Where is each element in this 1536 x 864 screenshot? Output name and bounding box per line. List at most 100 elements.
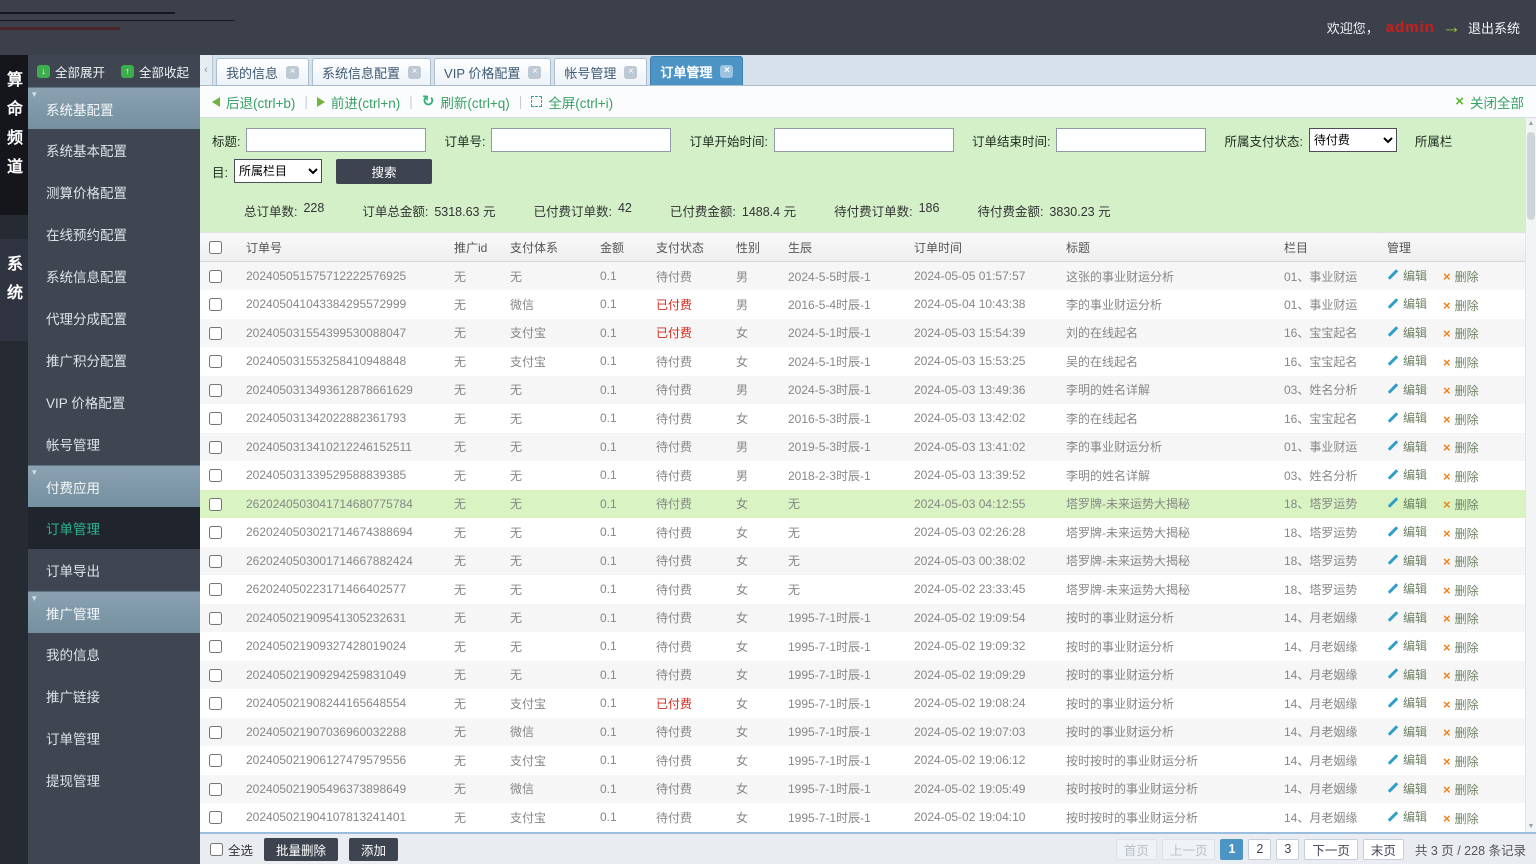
order-no-input[interactable] [491, 128, 671, 152]
delete-button[interactable]: ×删除 [1443, 268, 1479, 285]
sidebar-group-header-0[interactable]: ▾系统基配置 [28, 87, 200, 129]
sidebar-item-0-4[interactable]: 代理分成配置 [28, 297, 200, 339]
vertical-nav-item-1[interactable]: 系统 [0, 239, 28, 341]
row-checkbox[interactable] [209, 811, 222, 824]
page-number-3[interactable]: 3 [1276, 839, 1299, 860]
tab-1[interactable]: 系统信息配置× [312, 58, 431, 85]
row-checkbox[interactable] [209, 640, 222, 653]
edit-button[interactable]: 编辑 [1387, 438, 1427, 455]
tab-close-icon[interactable]: × [720, 65, 733, 78]
delete-button[interactable]: ×删除 [1443, 639, 1479, 656]
collapse-all-button[interactable]: ↑ 全部收起 [121, 62, 189, 81]
row-checkbox[interactable] [209, 498, 222, 511]
row-checkbox[interactable] [209, 327, 222, 340]
delete-button[interactable]: ×删除 [1443, 411, 1479, 428]
tab-close-icon[interactable]: × [286, 66, 299, 79]
edit-button[interactable]: 编辑 [1387, 324, 1427, 341]
row-checkbox[interactable] [209, 754, 222, 767]
delete-button[interactable]: ×删除 [1443, 810, 1479, 827]
vertical-scrollbar[interactable]: ▲ ▼ [1525, 118, 1536, 832]
row-checkbox[interactable] [209, 412, 222, 425]
sidebar-group-header-2[interactable]: ▾推广管理 [28, 591, 200, 633]
edit-button[interactable]: 编辑 [1387, 409, 1427, 426]
sidebar-item-1-0[interactable]: 订单管理 [28, 507, 200, 549]
tab-close-icon[interactable]: × [624, 66, 637, 79]
sidebar-item-2-2[interactable]: 订单管理 [28, 717, 200, 759]
row-checkbox[interactable] [209, 669, 222, 682]
edit-button[interactable]: 编辑 [1387, 637, 1427, 654]
page-number-1[interactable]: 1 [1220, 839, 1243, 860]
delete-button[interactable]: ×删除 [1443, 297, 1479, 314]
sidebar-item-0-2[interactable]: 在线预约配置 [28, 213, 200, 255]
row-checkbox[interactable] [209, 469, 222, 482]
edit-button[interactable]: 编辑 [1387, 466, 1427, 483]
row-checkbox[interactable] [209, 697, 222, 710]
close-all-button[interactable]: × 关闭全部 [1455, 92, 1524, 112]
select-all-control[interactable]: 全选 [210, 840, 253, 859]
expand-all-button[interactable]: ↓ 全部展开 [37, 62, 105, 81]
edit-button[interactable]: 编辑 [1387, 609, 1427, 626]
page-prev-button[interactable]: 上一页 [1162, 839, 1216, 860]
vertical-nav-item-0[interactable]: 算命频道 [0, 55, 28, 215]
delete-button[interactable]: ×删除 [1443, 496, 1479, 513]
page-last-button[interactable]: 末页 [1363, 839, 1404, 860]
edit-button[interactable]: 编辑 [1387, 523, 1427, 540]
tab-0[interactable]: 我的信息× [216, 58, 309, 85]
row-checkbox[interactable] [209, 355, 222, 368]
add-button[interactable]: 添加 [349, 838, 398, 861]
delete-button[interactable]: ×删除 [1443, 582, 1479, 599]
sidebar-item-0-1[interactable]: 测算价格配置 [28, 171, 200, 213]
delete-button[interactable]: ×删除 [1443, 525, 1479, 542]
sidebar-item-2-3[interactable]: 提现管理 [28, 759, 200, 801]
edit-button[interactable]: 编辑 [1387, 808, 1427, 825]
scrollbar-thumb[interactable] [1527, 132, 1535, 220]
tab-2[interactable]: VIP 价格配置× [434, 58, 551, 85]
search-button[interactable]: 搜索 [336, 159, 432, 184]
delete-button[interactable]: ×删除 [1443, 781, 1479, 798]
edit-button[interactable]: 编辑 [1387, 495, 1427, 512]
back-button[interactable]: 后退(ctrl+b) [212, 92, 295, 112]
delete-button[interactable]: ×删除 [1443, 667, 1479, 684]
row-checkbox[interactable] [209, 612, 222, 625]
row-checkbox[interactable] [209, 583, 222, 596]
edit-button[interactable]: 编辑 [1387, 723, 1427, 740]
edit-button[interactable]: 编辑 [1387, 694, 1427, 711]
row-checkbox[interactable] [209, 270, 222, 283]
delete-button[interactable]: ×删除 [1443, 468, 1479, 485]
tab-scroll-left-icon[interactable]: ‹ [200, 55, 213, 85]
start-time-input[interactable] [774, 128, 954, 152]
row-checkbox[interactable] [209, 783, 222, 796]
sidebar-item-0-3[interactable]: 系统信息配置 [28, 255, 200, 297]
select-all-checkbox[interactable] [210, 843, 223, 856]
edit-button[interactable]: 编辑 [1387, 352, 1427, 369]
tab-4[interactable]: 订单管理× [650, 56, 743, 85]
row-checkbox[interactable] [209, 384, 222, 397]
edit-button[interactable]: 编辑 [1387, 751, 1427, 768]
sidebar-item-2-0[interactable]: 我的信息 [28, 633, 200, 675]
title-input[interactable] [246, 128, 426, 152]
scrollbar-down-arrow-icon[interactable]: ▼ [1526, 823, 1536, 830]
end-time-input[interactable] [1056, 128, 1206, 152]
page-number-2[interactable]: 2 [1248, 839, 1271, 860]
refresh-button[interactable]: ↻ 刷新(ctrl+q) [422, 92, 510, 112]
sidebar-item-0-5[interactable]: 推广积分配置 [28, 339, 200, 381]
delete-button[interactable]: ×删除 [1443, 724, 1479, 741]
row-checkbox[interactable] [209, 441, 222, 454]
logout-button[interactable]: 退出系统 [1468, 18, 1520, 37]
edit-button[interactable]: 编辑 [1387, 580, 1427, 597]
delete-button[interactable]: ×删除 [1443, 753, 1479, 770]
sidebar-group-header-1[interactable]: ▾付费应用 [28, 465, 200, 507]
delete-button[interactable]: ×删除 [1443, 439, 1479, 456]
scrollbar-up-arrow-icon[interactable]: ▲ [1526, 118, 1536, 130]
pay-status-select[interactable]: 待付费 [1309, 128, 1397, 152]
delete-button[interactable]: ×删除 [1443, 354, 1479, 371]
edit-button[interactable]: 编辑 [1387, 267, 1427, 284]
delete-button[interactable]: ×删除 [1443, 696, 1479, 713]
tab-3[interactable]: 帐号管理× [554, 58, 647, 85]
sidebar-item-0-6[interactable]: VIP 价格配置 [28, 381, 200, 423]
delete-button[interactable]: ×删除 [1443, 553, 1479, 570]
forward-button[interactable]: 前进(ctrl+n) [317, 92, 400, 112]
delete-button[interactable]: ×删除 [1443, 610, 1479, 627]
sidebar-item-0-7[interactable]: 帐号管理 [28, 423, 200, 465]
tab-close-icon[interactable]: × [528, 66, 541, 79]
